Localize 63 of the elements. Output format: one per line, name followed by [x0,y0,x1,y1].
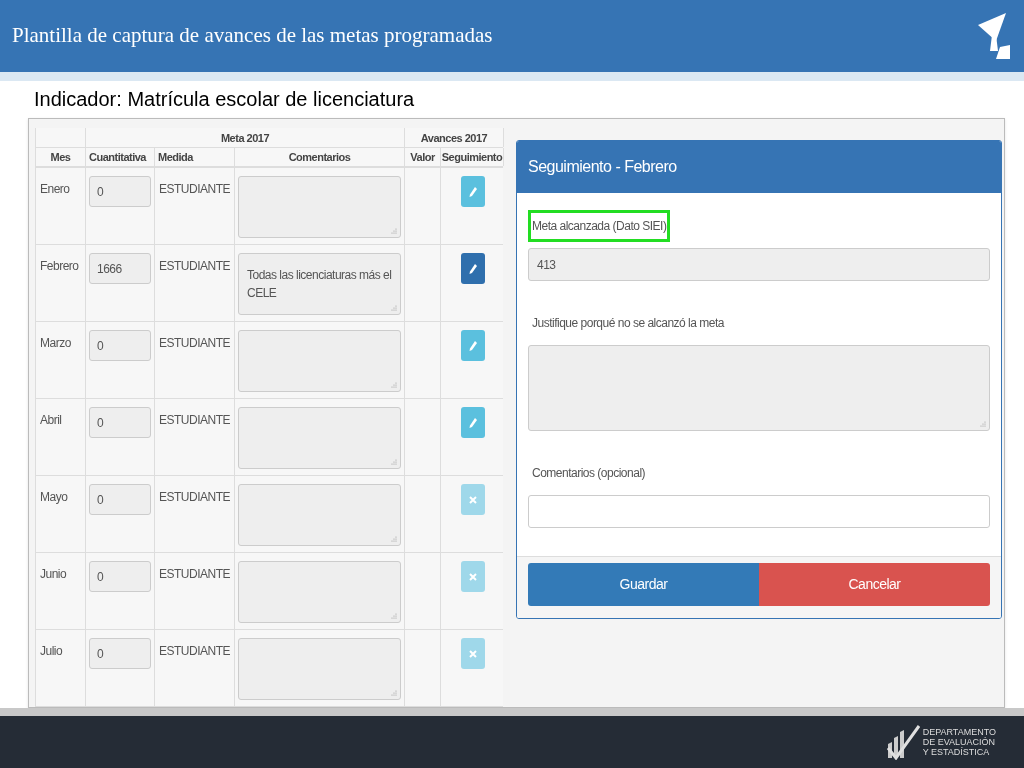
logo-text: DE EVALUACIÓN [922,737,996,748]
comments-field[interactable] [238,638,401,701]
edit-button[interactable] [460,330,485,362]
pencil-icon [468,417,477,428]
quantity-field[interactable]: 0 [89,638,151,670]
comment-text: Todas las licenciaturas más el CELE [247,268,392,301]
field-label: Justifique porqué no se alcanzó la meta [531,315,726,333]
table-cell: ESTUDIANTE [155,245,235,322]
edit-button[interactable] [460,253,485,285]
close-icon [468,649,477,658]
table-cell: ESTUDIANTE [155,476,235,553]
comments-field[interactable] [238,330,401,393]
comments-field[interactable] [238,561,401,624]
pencil-icon [468,340,477,351]
field-value: 413 [537,256,556,274]
logo-text: DEPARTAMENTO [922,727,996,738]
quantity-field[interactable]: 1666 [89,253,151,285]
table-cell: ESTUDIANTE [155,630,235,707]
column-header: Seguimiento [441,148,504,167]
table-cell: Julio [36,630,86,707]
column-header: Valor [405,148,441,167]
input-field[interactable] [528,495,990,529]
edit-button[interactable] [460,176,485,208]
comments-field[interactable] [238,407,401,470]
table-cell: Abril [36,399,86,476]
comments-field[interactable] [238,176,401,239]
quantity-field[interactable]: 0 [89,176,151,208]
panel-title: Seguimiento - Febrero [528,157,677,178]
comments-field[interactable]: Todas las licenciaturas más el CELE [238,253,401,316]
quantity-field[interactable]: 0 [89,484,151,516]
comments-field[interactable] [238,484,401,547]
close-icon [468,495,477,504]
table-cell: Marzo [36,322,86,399]
field-label: Comentarios (opcional) [531,465,647,483]
pencil-icon [468,263,477,274]
pencil-icon [468,186,477,197]
table-cell: Febrero [36,245,86,322]
column-header: Comentarios [235,148,405,167]
save-button[interactable]: Guardar [528,563,759,607]
table-cell: ESTUDIANTE [155,322,235,399]
group-header: Meta 2017 [86,128,405,148]
quantity-field[interactable]: 0 [89,407,151,439]
table-cell: ESTUDIANTE [155,399,235,476]
logo-icon [976,10,1012,61]
quantity-field[interactable]: 0 [89,561,151,593]
logo-text: Y ESTADÍSTICA [922,747,991,758]
indicator-title: Indicador: Matrícula escolar de licenciatura [34,87,416,112]
table-cell: Junio [36,553,86,630]
column-header: Mes [36,148,86,167]
group-header: Avances 2017 [405,128,504,148]
field-label: Meta alcanzada (Dato SIEI) [528,210,671,243]
column-header: Cuantitativa [86,148,155,167]
quantity-field[interactable]: 0 [89,330,151,362]
table-cell: Enero [36,168,86,245]
table-cell: Mayo [36,476,86,553]
table-cell: ESTUDIANTE [155,553,235,630]
logo-icon [885,724,920,761]
table-cell: ESTUDIANTE [155,168,235,245]
edit-button[interactable] [460,407,485,439]
slide-title: Plantilla de captura de avances de las metas programadas [12,22,493,49]
cancel-button[interactable]: Cancelar [759,563,990,607]
column-header: Medida [155,148,235,167]
close-icon [468,572,477,581]
